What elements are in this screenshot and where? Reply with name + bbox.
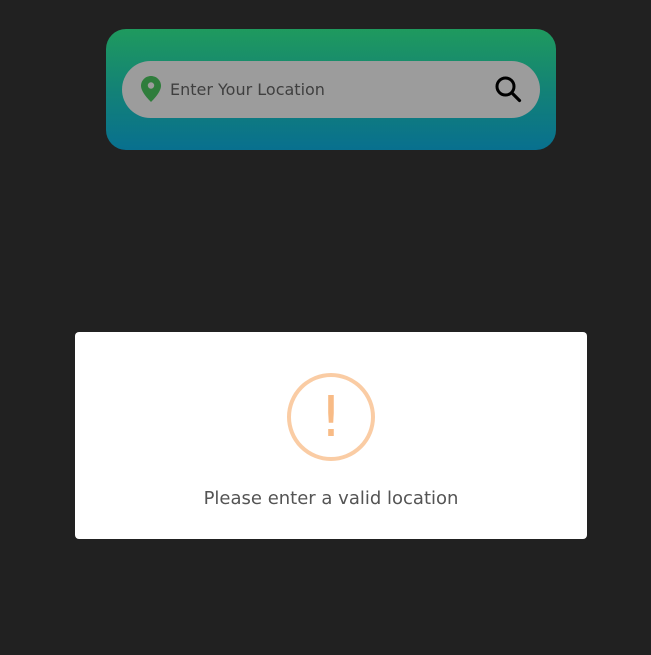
location-pin-icon (141, 76, 161, 102)
alert-message: Please enter a valid location (203, 488, 459, 509)
search-card (106, 29, 556, 150)
page: ! Please enter a valid location (0, 0, 651, 655)
warning-icon: ! (287, 373, 375, 461)
warning-symbol: ! (320, 385, 342, 450)
location-search-input[interactable] (170, 61, 480, 118)
alert-dialog: ! Please enter a valid location (75, 332, 587, 539)
search-bar (122, 61, 540, 118)
search-icon[interactable] (494, 75, 522, 103)
